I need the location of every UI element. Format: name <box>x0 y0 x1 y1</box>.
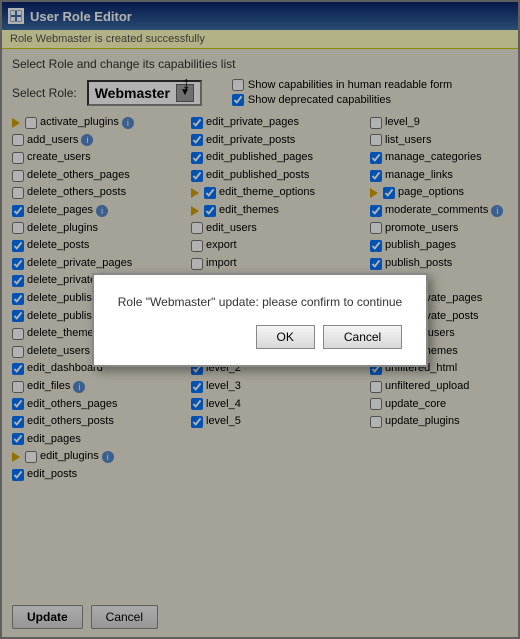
dialog-overlay: Role "Webmaster" update: please confirm … <box>0 0 520 639</box>
dialog-cancel-button[interactable]: Cancel <box>323 325 402 349</box>
confirm-dialog: Role "Webmaster" update: please confirm … <box>92 273 428 367</box>
dialog-buttons: OK Cancel <box>118 325 402 349</box>
dialog-ok-button[interactable]: OK <box>256 325 315 349</box>
dialog-message: Role "Webmaster" update: please confirm … <box>118 295 402 309</box>
